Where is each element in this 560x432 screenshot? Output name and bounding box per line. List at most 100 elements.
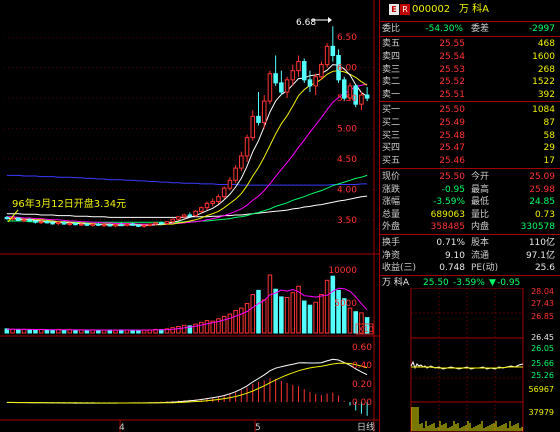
macd-dif-line bbox=[6, 358, 368, 404]
bid-price: 25.46 bbox=[439, 156, 465, 167]
candle-body bbox=[267, 73, 273, 102]
stat-value: 689063 bbox=[430, 209, 465, 220]
price-axis-label: 6.50 bbox=[337, 33, 357, 43]
ask-price: 25.54 bbox=[439, 51, 465, 62]
fundamental-row: 净资 9.10 流通 97.1亿 bbox=[379, 250, 560, 262]
mini-axis-label: 25.66 bbox=[531, 359, 554, 368]
weicha-label: 委差 bbox=[471, 24, 490, 34]
candle-body bbox=[244, 137, 250, 157]
volume-bar bbox=[267, 274, 273, 334]
candle-body bbox=[193, 210, 198, 217]
stock-terminal: 6.68 96年3月12日开盘3.34元 6.50 6.00 5.50 5.00… bbox=[0, 0, 560, 432]
candle-body bbox=[4, 216, 10, 220]
stat-row: 涨幅 -3.59% 最低 24.85 bbox=[379, 196, 560, 208]
fundamental-label: PE(动) bbox=[471, 263, 499, 274]
stat-label: 内盘 bbox=[471, 222, 490, 233]
volume-bar bbox=[324, 279, 330, 334]
mini-intraday-chart[interactable]: 28.04 27.43 26.85 26.45 26.05 25.66 25.2… bbox=[379, 288, 560, 432]
candle-body bbox=[250, 115, 256, 139]
price-axis-label: 4.50 bbox=[337, 155, 357, 165]
candle-body bbox=[164, 221, 170, 224]
candle-body bbox=[330, 45, 336, 56]
candle-body bbox=[118, 224, 124, 227]
stat-label: 最低 bbox=[471, 197, 490, 208]
price-axis-label: 6.00 bbox=[337, 64, 357, 74]
bid-volume: 1084 bbox=[532, 105, 555, 115]
stat-row: 总量 689063 量比 0.73 bbox=[379, 209, 560, 221]
bid-price: 25.48 bbox=[439, 130, 465, 141]
stat-label: 今开 bbox=[471, 172, 490, 182]
ask-label: 卖一 bbox=[382, 90, 401, 101]
volume-bar bbox=[84, 329, 90, 334]
month-label-4: 4 bbox=[119, 423, 125, 432]
ask-label: 卖二 bbox=[382, 77, 401, 88]
mini-volume-bars bbox=[411, 407, 523, 431]
stat-row: 外盘 358485 内盘 330578 bbox=[379, 221, 560, 233]
fundamental-label: 流通 bbox=[471, 250, 490, 261]
volume-bar bbox=[101, 329, 107, 334]
volume-bar bbox=[319, 294, 324, 334]
candle-body bbox=[290, 70, 296, 81]
peak-arrow-head bbox=[328, 17, 332, 23]
bid-volume: 87 bbox=[543, 117, 555, 128]
candle-body bbox=[84, 223, 90, 226]
ask-label: 卖四 bbox=[382, 51, 401, 62]
candle-body bbox=[147, 223, 153, 226]
volume-axis-label: 5000 bbox=[334, 299, 357, 309]
candle-body bbox=[136, 224, 141, 227]
ask-row: 卖四 25.54 1600 bbox=[379, 51, 560, 63]
ask-label: 卖三 bbox=[382, 64, 401, 75]
candle-body bbox=[221, 187, 227, 198]
macd-axis-label: 0.60 bbox=[352, 343, 372, 353]
margin-flag: R bbox=[400, 4, 410, 15]
bid-label: 买四 bbox=[382, 143, 401, 154]
stat-label: 量比 bbox=[471, 209, 490, 220]
ask-price: 25.55 bbox=[439, 39, 465, 49]
mini-axis-label: 26.05 bbox=[531, 344, 554, 353]
weibi-label: 委比 bbox=[382, 24, 401, 34]
ask-price: 25.53 bbox=[439, 64, 465, 75]
volume-bar bbox=[199, 321, 204, 334]
volume-bar bbox=[61, 329, 67, 334]
weibi-row: 委比 -54.30% 委差 -2997 bbox=[379, 23, 560, 35]
volume-bar bbox=[336, 289, 341, 334]
candle-body bbox=[187, 214, 193, 217]
ask-volume: 468 bbox=[537, 39, 555, 49]
kline-chart[interactable]: 6.68 96年3月12日开盘3.34元 6.50 6.00 5.50 5.00… bbox=[0, 0, 379, 432]
volume-bar bbox=[113, 329, 118, 334]
volume-unit: X10 bbox=[358, 325, 374, 334]
candle-body bbox=[296, 61, 301, 72]
volume-bar bbox=[273, 288, 278, 334]
stock-badge[interactable]: E bbox=[389, 4, 399, 15]
fundamental-label: 股本 bbox=[471, 238, 490, 248]
volume-bar bbox=[73, 329, 78, 334]
price-axis-label: 5.00 bbox=[337, 125, 357, 135]
stat-label: 外盘 bbox=[382, 222, 401, 233]
candle-body bbox=[21, 219, 27, 222]
stock-code: 000002 bbox=[412, 4, 451, 15]
macd-lines bbox=[6, 358, 368, 404]
candle-body bbox=[38, 221, 44, 224]
macd-histogram bbox=[6, 378, 368, 416]
bid-volume: 17 bbox=[543, 156, 555, 167]
volume-bar bbox=[279, 296, 284, 334]
volume-bar bbox=[261, 299, 267, 334]
candle-body bbox=[216, 196, 221, 203]
candle-body bbox=[78, 223, 84, 226]
candle-body bbox=[113, 224, 118, 227]
candle-body bbox=[284, 79, 290, 93]
volume-bar bbox=[33, 329, 38, 334]
candle-body bbox=[101, 224, 107, 227]
fundamental-value: 0.748 bbox=[439, 263, 465, 274]
candle-body bbox=[130, 223, 135, 226]
candle-body bbox=[67, 222, 73, 225]
candle-body bbox=[27, 219, 33, 222]
candle-body bbox=[107, 224, 113, 227]
mini-axis-label: 26.45 bbox=[531, 333, 554, 342]
candle-body bbox=[313, 76, 318, 87]
volume-axis-label: 10000 bbox=[328, 266, 357, 276]
stat-value: 25.98 bbox=[529, 184, 555, 195]
fundamental-row: 换手 0.71% 股本 110亿 bbox=[379, 237, 560, 249]
period-label[interactable]: 日线 bbox=[357, 421, 375, 432]
candle-body bbox=[153, 222, 158, 225]
